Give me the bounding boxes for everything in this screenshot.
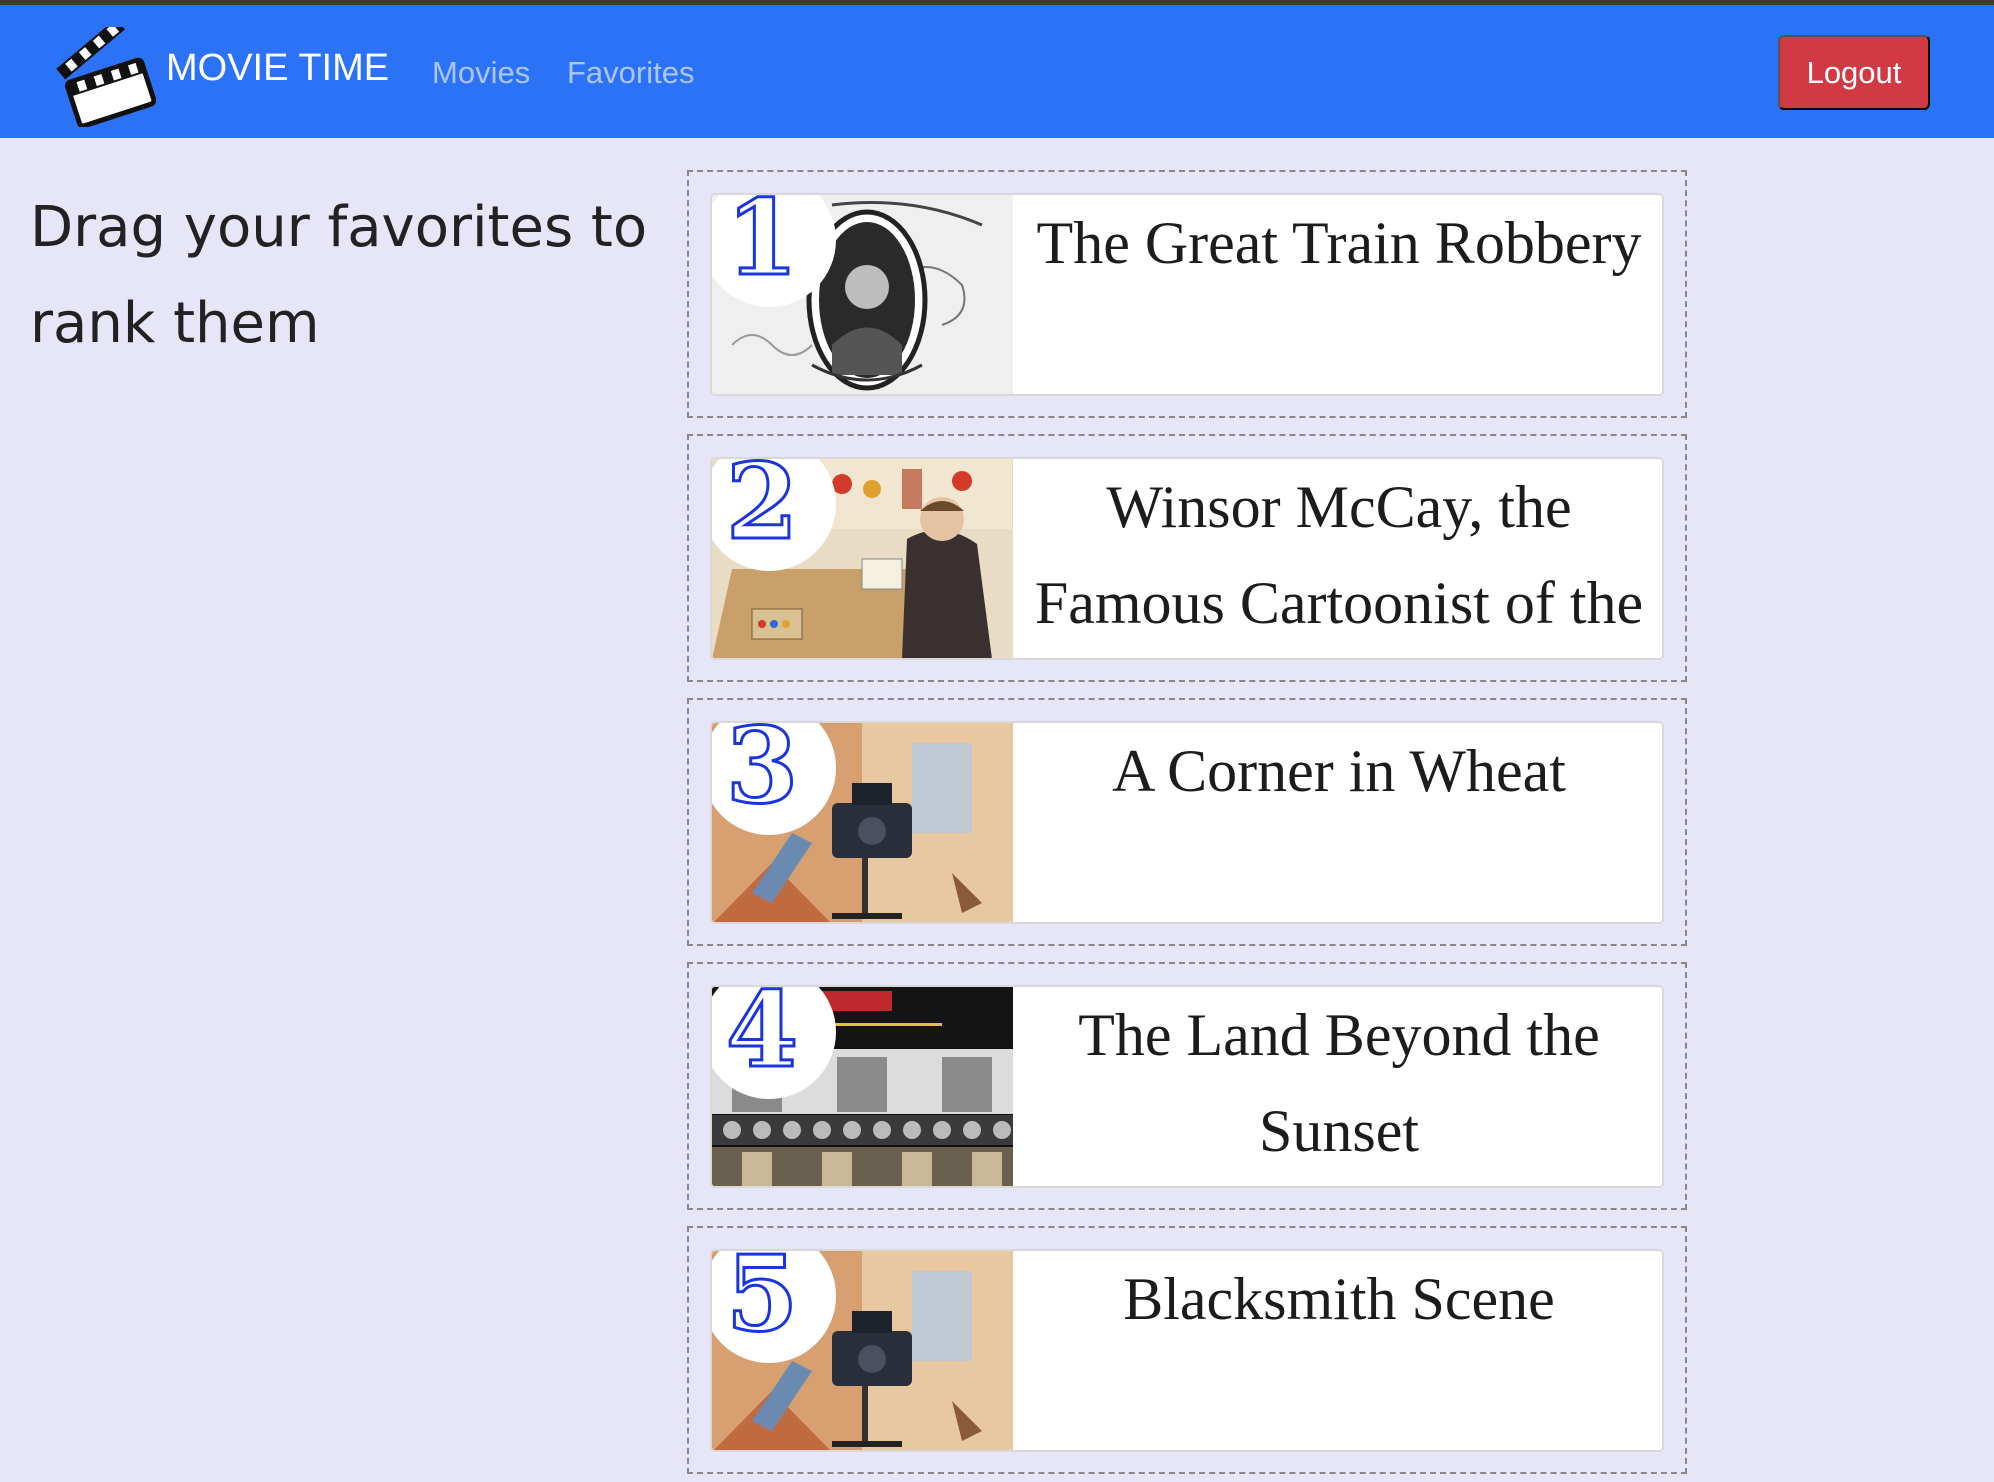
brand-title[interactable]: MOVIE TIME <box>166 47 389 90</box>
rank-badge: 2 <box>712 457 836 571</box>
rank-number: 4 <box>724 985 799 1092</box>
movie-title: The Great Train Robbery <box>1036 210 1642 276</box>
page-instructions: Drag your favorites to rank them <box>30 195 648 356</box>
drop-slot[interactable]: 1 The Great Train Robbery <box>687 170 1687 418</box>
rank-number: 5 <box>724 1249 799 1356</box>
rank-badge: 5 <box>712 1249 836 1363</box>
nav-link-movies[interactable]: Movies <box>432 55 530 91</box>
favorite-card[interactable]: 5 Blacksmith Scene <box>710 1249 1664 1452</box>
drop-slot[interactable]: 2 Winsor McCay, the Famous Cartoonist of… <box>687 434 1687 682</box>
favorite-card[interactable]: 1 The Great Train Robbery <box>710 193 1664 396</box>
rank-badge: 3 <box>712 721 836 835</box>
favorite-card[interactable]: 2 Winsor McCay, the Famous Cartoonist of… <box>710 457 1664 660</box>
rank-badge: 1 <box>712 193 836 307</box>
clapperboard-icon[interactable] <box>56 27 156 127</box>
drop-slot[interactable]: 4 The Land Beyond the Sunset <box>687 962 1687 1210</box>
movie-title: The Land Beyond the Sunset <box>1078 1002 1600 1164</box>
favorite-card[interactable]: 3 A Corner in Wheat <box>710 721 1664 924</box>
drop-slot[interactable]: 5 Blacksmith Scene <box>687 1226 1687 1474</box>
rank-badge: 4 <box>712 985 836 1099</box>
movie-title: A Corner in Wheat <box>1112 738 1566 804</box>
movie-title: Winsor McCay, the Famous Cartoonist of t… <box>1034 474 1644 636</box>
rank-number: 3 <box>724 721 799 828</box>
favorite-card[interactable]: 4 The Land Beyond the Sunset <box>710 985 1664 1188</box>
rank-number: 1 <box>724 193 799 300</box>
nav-link-favorites[interactable]: Favorites <box>567 55 694 91</box>
movie-title: Blacksmith Scene <box>1123 1266 1555 1332</box>
rank-number: 2 <box>724 457 799 564</box>
logout-button[interactable]: Logout <box>1778 35 1930 110</box>
navbar: MOVIE TIME Movies Favorites Logout <box>0 5 1994 138</box>
drop-slot[interactable]: 3 A Corner in Wheat <box>687 698 1687 946</box>
